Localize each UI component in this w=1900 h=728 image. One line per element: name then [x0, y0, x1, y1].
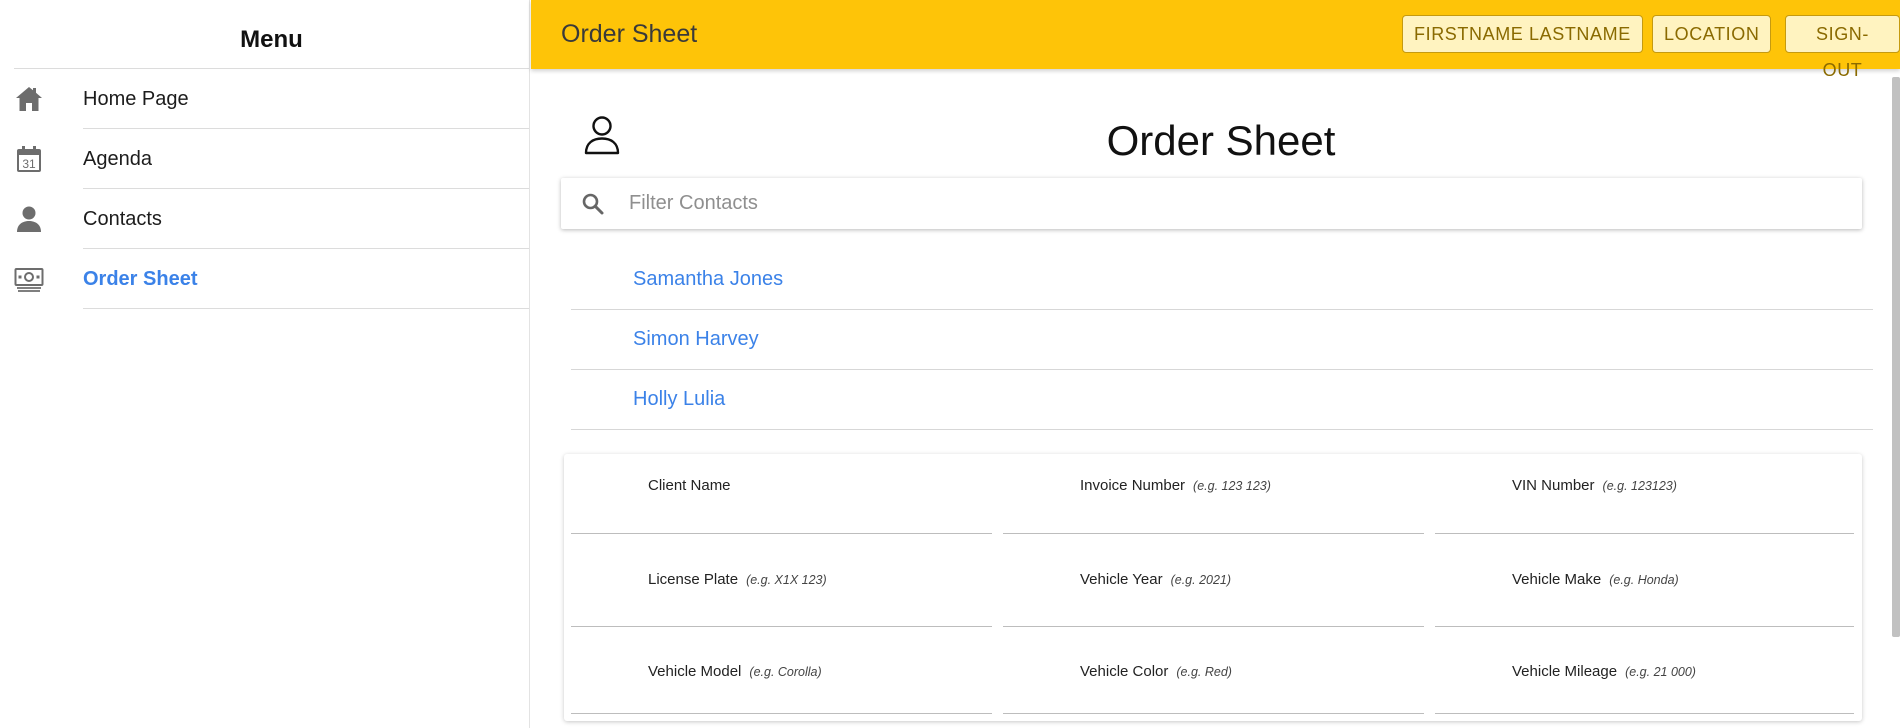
- sidebar-item-label: Order Sheet: [83, 249, 529, 309]
- calendar-icon: 31: [14, 144, 44, 174]
- sidebar-item-agenda[interactable]: 31 Agenda: [0, 129, 529, 189]
- vehicle-year-field[interactable]: Vehicle Year (e.g. 2021): [1003, 534, 1424, 627]
- sidebar: Menu Home Page 31 Agenda Contacts Order …: [0, 0, 530, 728]
- menu-title: Menu: [14, 0, 529, 69]
- field-hint: (e.g. 2021): [1170, 573, 1232, 587]
- filter-contacts-input[interactable]: [629, 178, 1829, 229]
- field-label: Vehicle Make: [1512, 571, 1602, 588]
- field-label: Vehicle Model: [648, 663, 742, 680]
- vehicle-mileage-field[interactable]: Vehicle Mileage (e.g. 21 000): [1435, 627, 1854, 714]
- top-bar: Order Sheet FIRSTNAME LASTNAME LOCATION …: [531, 0, 1900, 80]
- search-icon: [581, 192, 605, 216]
- money-icon: [14, 264, 44, 294]
- calendar-day: 31: [22, 157, 36, 171]
- list-item[interactable]: Simon Harvey: [571, 310, 1873, 370]
- vehicle-model-field[interactable]: Vehicle Model (e.g. Corolla): [571, 627, 992, 714]
- sidebar-item-label: Agenda: [83, 129, 529, 189]
- field-hint: (e.g. X1X 123): [746, 573, 827, 587]
- field-label: VIN Number: [1512, 477, 1595, 494]
- contact-name[interactable]: Samantha Jones: [633, 250, 783, 308]
- list-item[interactable]: Holly Lulia: [571, 370, 1873, 430]
- sign-out-button[interactable]: SIGN-OUT: [1785, 15, 1900, 80]
- home-icon: [14, 84, 44, 114]
- field-hint: (e.g. Red): [1176, 665, 1232, 679]
- field-label: Vehicle Year: [1080, 571, 1163, 588]
- contacts-list: Samantha Jones Simon Harvey Holly Lulia: [571, 250, 1873, 430]
- page-title: Order Sheet: [1106, 117, 1336, 164]
- main-content: Order Sheet Samantha Jones Simon Harvey …: [531, 69, 1900, 728]
- sidebar-item-label: Home Page: [83, 69, 529, 129]
- vehicle-color-field[interactable]: Vehicle Color (e.g. Red): [1003, 627, 1424, 714]
- topbar-title: Order Sheet: [561, 20, 698, 48]
- user-name-button[interactable]: FIRSTNAME LASTNAME: [1402, 15, 1643, 53]
- contact-name[interactable]: Holly Lulia: [633, 370, 725, 428]
- field-label: Vehicle Color: [1080, 663, 1169, 680]
- vehicle-make-field[interactable]: Vehicle Make (e.g. Honda): [1435, 534, 1854, 627]
- contact-name[interactable]: Simon Harvey: [633, 310, 759, 368]
- license-plate-field[interactable]: License Plate (e.g. X1X 123): [571, 534, 992, 627]
- list-item[interactable]: Samantha Jones: [571, 250, 1873, 310]
- invoice-number-field[interactable]: Invoice Number (e.g. 123 123): [1003, 454, 1424, 534]
- field-label: Client Name: [648, 477, 731, 494]
- field-label: License Plate: [648, 571, 739, 588]
- sidebar-item-home[interactable]: Home Page: [0, 69, 529, 129]
- order-form: Client Name Invoice Number (e.g. 123 123)…: [564, 454, 1862, 721]
- person-icon: [14, 204, 44, 234]
- field-hint: (e.g. Corolla): [749, 665, 822, 679]
- client-name-field[interactable]: Client Name: [571, 454, 992, 534]
- field-hint: (e.g. 123 123): [1193, 479, 1271, 493]
- sidebar-item-contacts[interactable]: Contacts: [0, 189, 529, 249]
- field-hint: (e.g. 21 000): [1625, 665, 1696, 679]
- sidebar-item-order-sheet[interactable]: Order Sheet: [0, 249, 529, 309]
- search-bar: [561, 178, 1862, 229]
- field-label: Vehicle Mileage: [1512, 663, 1618, 680]
- field-hint: (e.g. 123123): [1602, 479, 1677, 493]
- sidebar-item-label: Contacts: [83, 189, 529, 249]
- field-label: Invoice Number: [1080, 477, 1186, 494]
- field-hint: (e.g. Honda): [1609, 573, 1679, 587]
- vin-number-field[interactable]: VIN Number (e.g. 123123): [1435, 454, 1854, 534]
- location-button[interactable]: LOCATION: [1652, 15, 1772, 53]
